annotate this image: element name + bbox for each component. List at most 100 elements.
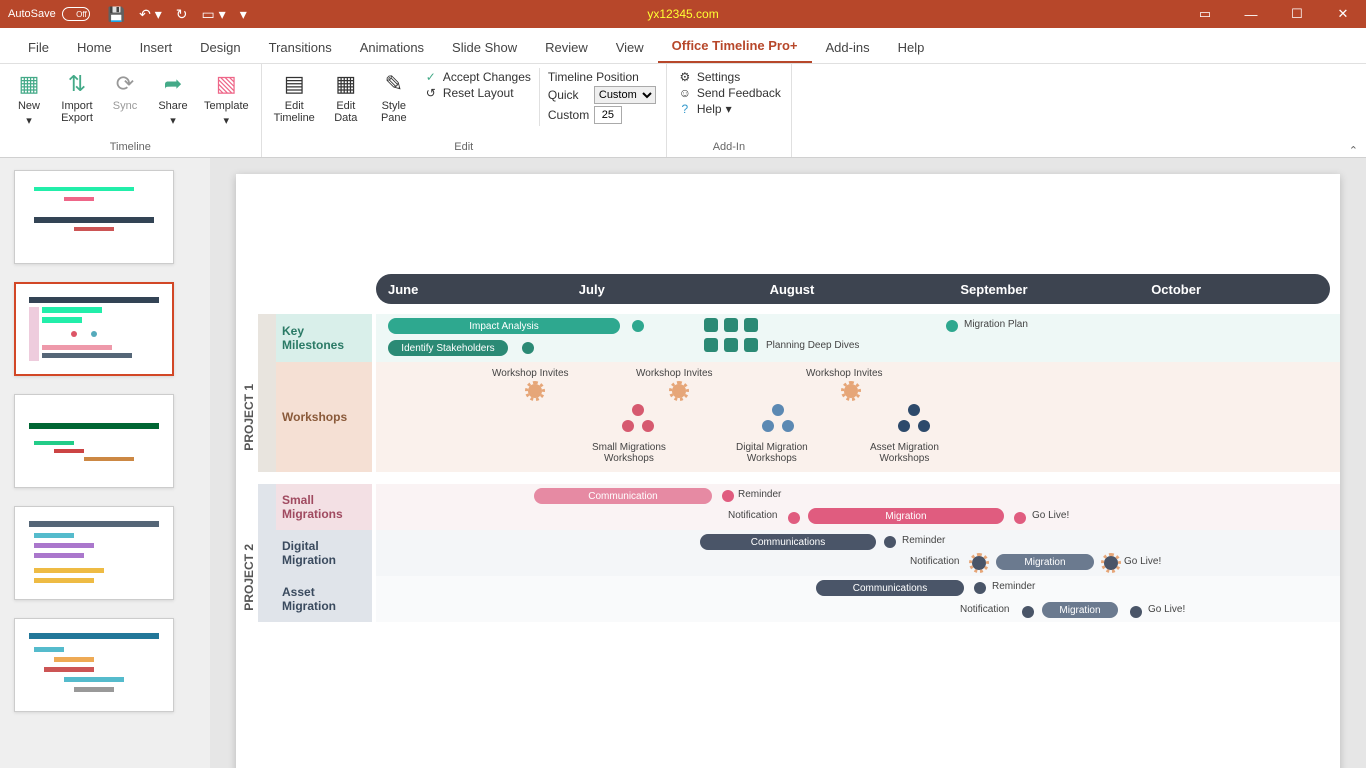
bar-mig-asset[interactable]: Migration: [1042, 602, 1118, 618]
gear-1[interactable]: [528, 384, 542, 398]
bar-comms-dig[interactable]: Communications: [700, 534, 876, 550]
custom-input[interactable]: [594, 106, 622, 124]
redo-icon[interactable]: ↻: [176, 6, 188, 23]
gear-notif-dig[interactable]: [972, 556, 986, 570]
sq-2[interactable]: [724, 318, 738, 332]
slide[interactable]: June July August September October PROJE…: [236, 174, 1340, 768]
tab-review[interactable]: Review: [531, 32, 602, 63]
dot-rem-asset[interactable]: [974, 582, 986, 594]
edit-timeline-button[interactable]: ▤Edit Timeline: [270, 68, 319, 126]
present-icon[interactable]: ▭ ▾: [202, 6, 226, 23]
row-key-milestones: Key Milestones Impact Analysis Identify …: [236, 314, 1340, 362]
tri-small[interactable]: [614, 404, 664, 444]
gear-golive-dig[interactable]: [1104, 556, 1118, 570]
tab-file[interactable]: File: [14, 32, 63, 63]
tab-addins[interactable]: Add-ins: [812, 32, 884, 63]
quick-label: Quick: [548, 88, 590, 102]
minimize-icon[interactable]: —: [1228, 0, 1274, 28]
bar-mig-sm[interactable]: Migration: [808, 508, 1004, 524]
row-asset-mig: Asset Migration Communications Reminder …: [236, 576, 1340, 622]
ribbon-display-icon[interactable]: ▭: [1182, 0, 1228, 28]
edit-data-label: Edit Data: [334, 100, 357, 124]
reset-icon: ↺: [423, 86, 439, 100]
autosave-state[interactable]: Off: [62, 7, 90, 21]
row-head-asset: Asset Migration: [276, 576, 372, 622]
maximize-icon[interactable]: ☐: [1274, 0, 1320, 28]
bar-impact[interactable]: Impact Analysis: [388, 318, 620, 334]
edit-data-button[interactable]: ▦Edit Data: [325, 68, 367, 126]
chevron-down-icon: ▾: [26, 114, 32, 127]
dot-identify-end[interactable]: [522, 342, 534, 354]
import-export-button[interactable]: ⇅Import Export: [56, 68, 98, 126]
bar-comm[interactable]: Communication: [534, 488, 712, 504]
dot-reminder-sm[interactable]: [722, 490, 734, 502]
planning-label: Planning Deep Dives: [766, 340, 859, 351]
gear-2[interactable]: [672, 384, 686, 398]
tri-asset[interactable]: [890, 404, 940, 444]
month-august: August: [758, 282, 949, 297]
sq-5[interactable]: [724, 338, 738, 352]
reset-layout-button[interactable]: ↺Reset Layout: [423, 86, 531, 100]
sq-6[interactable]: [744, 338, 758, 352]
undo-icon[interactable]: ↶ ▾: [139, 6, 162, 23]
tab-design[interactable]: Design: [186, 32, 254, 63]
tab-transitions[interactable]: Transitions: [255, 32, 346, 63]
dot-golive-asset[interactable]: [1130, 606, 1142, 618]
gear-3[interactable]: [844, 384, 858, 398]
dot-golive-sm[interactable]: [1014, 512, 1026, 524]
style-pane-button[interactable]: ✎Style Pane: [373, 68, 415, 126]
template-button[interactable]: ▧Template▾: [200, 68, 253, 129]
slide-thumb-1[interactable]: [14, 170, 174, 264]
row-head-small: Small Migrations: [276, 484, 372, 530]
save-icon[interactable]: 💾: [108, 6, 125, 23]
tab-insert[interactable]: Insert: [126, 32, 187, 63]
settings-button[interactable]: ⚙Settings: [677, 70, 781, 84]
ribbon: ▦New▾ ⇅Import Export ⟳Sync ➦Share▾ ▧Temp…: [0, 64, 1366, 158]
dot-migplan[interactable]: [946, 320, 958, 332]
tab-help[interactable]: Help: [884, 32, 939, 63]
sync-icon: ⟳: [116, 70, 134, 98]
tri-digital[interactable]: [754, 404, 804, 444]
share-button[interactable]: ➦Share▾: [152, 68, 194, 129]
sq-4[interactable]: [704, 338, 718, 352]
collapse-ribbon-button[interactable]: ⌃: [1341, 64, 1366, 157]
dot-notif-sm[interactable]: [788, 512, 800, 524]
tab-view[interactable]: View: [602, 32, 658, 63]
asset-mw-label: Asset Migration Workshops: [870, 442, 939, 464]
tab-slideshow[interactable]: Slide Show: [438, 32, 531, 63]
slide-thumbnails[interactable]: [0, 158, 210, 768]
slide-thumb-5[interactable]: [14, 618, 174, 712]
new-button[interactable]: ▦New▾: [8, 68, 50, 129]
quick-access-toolbar: 💾 ↶ ▾ ↻ ▭ ▾ ▾: [98, 6, 247, 23]
accept-changes-button[interactable]: ✓Accept Changes: [423, 70, 531, 84]
slide-thumb-4[interactable]: [14, 506, 174, 600]
slide-canvas[interactable]: June July August September October PROJE…: [210, 158, 1366, 768]
small-mw-label: Small Migrations Workshops: [592, 442, 666, 464]
send-feedback-button[interactable]: ☺Send Feedback: [677, 86, 781, 100]
qat-more-icon[interactable]: ▾: [240, 6, 247, 23]
sync-button[interactable]: ⟳Sync: [104, 68, 146, 114]
bar-identify[interactable]: Identify Stakeholders: [388, 340, 508, 356]
close-icon[interactable]: ✕: [1320, 0, 1366, 28]
share-icon: ➦: [164, 70, 182, 98]
dot-impact-end[interactable]: [632, 320, 644, 332]
quick-select[interactable]: Custom: [594, 86, 656, 104]
tab-animations[interactable]: Animations: [346, 32, 438, 63]
dot-notif-asset[interactable]: [1022, 606, 1034, 618]
tab-home[interactable]: Home: [63, 32, 126, 63]
sq-1[interactable]: [704, 318, 718, 332]
month-june: June: [376, 282, 567, 297]
help-button[interactable]: ?Help▾: [677, 102, 781, 116]
tab-office-timeline[interactable]: Office Timeline Pro+: [658, 30, 812, 63]
slide-thumb-2[interactable]: [14, 282, 174, 376]
golive-sm-label: Go Live!: [1032, 510, 1069, 521]
autosave-toggle[interactable]: AutoSave Off: [0, 7, 98, 21]
window-controls: ▭ — ☐ ✕: [1182, 0, 1366, 28]
bar-mig-dig[interactable]: Migration: [996, 554, 1094, 570]
help-label: Help: [697, 102, 722, 116]
dot-rem-dig[interactable]: [884, 536, 896, 548]
sq-3[interactable]: [744, 318, 758, 332]
month-october: October: [1139, 282, 1330, 297]
bar-comms-asset[interactable]: Communications: [816, 580, 964, 596]
slide-thumb-3[interactable]: [14, 394, 174, 488]
